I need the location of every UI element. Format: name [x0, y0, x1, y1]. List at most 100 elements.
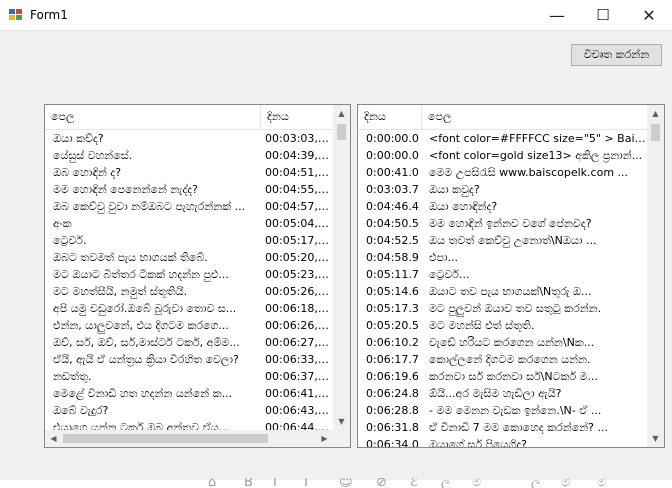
- cell-text: කරනවා සර් කරනවා සර්\Nටකර් ම...: [429, 370, 598, 383]
- close-button[interactable]: ✕: [626, 0, 672, 30]
- cell-time: 00:06:41,277: [265, 387, 331, 400]
- cell-text: ඒ විනාඩි 7 මම කොහෙද කරන්නේ? ...: [429, 421, 608, 434]
- scroll-thumb[interactable]: [651, 124, 660, 141]
- column-header-time[interactable]: දිනය: [358, 105, 422, 129]
- cell-time: 00:05:26,577: [265, 285, 331, 298]
- scroll-down-icon[interactable]: ▼: [647, 430, 664, 447]
- scroll-right-icon[interactable]: ▶: [316, 430, 333, 447]
- cell-text: ඔයාට තව පැය භාගයක්\Nතුරු ඔ...: [429, 285, 592, 298]
- cell-time: 0:05:14.6: [366, 285, 419, 298]
- cell-text: ට්‍රෙවර්.: [53, 234, 87, 247]
- cell-text: ඕයි...අර මැසිම හැඩිලා ඇයි?: [429, 387, 562, 400]
- cell-text: ඒයි, ඇයි ඒ යන්ත්‍රය ක්‍රියා විරහිත වෙලා?: [53, 353, 239, 366]
- list-header: දිනය පෙල: [358, 105, 648, 130]
- cell-text: මෙළේ විනාඩි හත හදන්න යන්නේ ක...: [53, 387, 233, 400]
- cell-time: 0:04:50.5: [366, 217, 419, 230]
- cell-time: 0:04:52.5: [366, 234, 419, 247]
- background-toolbar-glyph: ℰ: [410, 478, 418, 488]
- cell-text: මම හොඳින් ඉන්නව වගේ පේනවද?: [429, 217, 592, 230]
- background-toolbar-glyph: T: [302, 478, 310, 488]
- cell-text: මට මහන්සි එත් ස්තූති.: [429, 319, 535, 332]
- cell-time: 00:05:23,491: [265, 268, 331, 281]
- cell-time: 0:05:20.5: [366, 319, 419, 332]
- cell-time: 00:04:55,171: [265, 183, 331, 196]
- cell-time: 0:06:24.8: [366, 387, 419, 400]
- vertical-scrollbar[interactable]: ▲ ▼: [333, 105, 350, 430]
- cell-text: යේසුස් වහන්සේ.: [53, 149, 133, 162]
- cell-time: 00:05:17,693: [265, 234, 331, 247]
- cell-text: ට්‍රෙවර්...: [429, 268, 470, 281]
- cell-time: 0:00:00.0: [366, 132, 419, 145]
- cell-text: එන්න, යාලුවනේ, එය දිගටම කරගෙ...: [53, 319, 229, 332]
- cell-time: 00:04:57,632: [265, 200, 331, 213]
- window-title: Form1: [30, 8, 68, 22]
- hscroll-thumb[interactable]: [63, 434, 268, 443]
- cell-text: ඔබ හොඳින් ද?: [53, 166, 122, 179]
- cell-time: 0:05:11.7: [366, 268, 419, 281]
- cell-text: ඔය තවත් කෙව්වු උනොත්\Nඔයා ...: [429, 234, 597, 247]
- scroll-thumb[interactable]: [337, 124, 346, 140]
- cell-text: ඔයා කව්ද?: [53, 132, 104, 145]
- list-header: පෙල දිනය: [45, 105, 335, 130]
- cell-text: මම හොඳින් පෙනෙන්නේ නැද්ද?: [53, 183, 198, 196]
- background-window-strip: [0, 480, 672, 488]
- cell-text: මට මහත්සීයි, නමුත් ස්තූතියි.: [53, 285, 188, 298]
- column-header-time[interactable]: දිනය: [261, 105, 335, 129]
- cell-time: 00:06:33,811: [265, 353, 331, 366]
- background-toolbar-glyph: ම: [472, 478, 482, 488]
- subtitle-list-right[interactable]: දිනය පෙල 0:00:00.0 <font color=#FFFFCC si…: [357, 104, 665, 448]
- cell-text: මට පුලුවන් ඔයාව තව සතුටු කරන්න.: [429, 302, 602, 315]
- title-bar: Form1 — ☐ ✕: [0, 0, 672, 31]
- column-header-text[interactable]: පෙල: [45, 105, 261, 129]
- cell-text: නඩත්තු.: [53, 370, 92, 383]
- cell-time: 00:06:43,487: [265, 404, 331, 417]
- cell-text: අපි යමු චඩුරෝ.ඔබේ බුරුවා තොව ස...: [53, 302, 237, 315]
- cell-text: ඔයාගේ සර් පියෙගිද?: [429, 438, 528, 448]
- cell-time: 0:06:17.7: [366, 353, 419, 366]
- maximize-button[interactable]: ☐: [580, 0, 626, 30]
- cell-text: ඔයා කවුද?: [429, 183, 480, 196]
- cell-time: 00:05:20,404: [265, 251, 331, 264]
- background-toolbar-glyph: ල: [531, 478, 541, 488]
- background-toolbar-glyph: ⊘: [376, 478, 387, 488]
- cell-time: 0:06:28.8: [366, 404, 419, 417]
- column-header-text[interactable]: පෙල: [422, 105, 648, 129]
- cell-text: <font color=#FFFFCC size="5" > Baisc...: [429, 132, 647, 145]
- cell-time: 0:06:10.2: [366, 336, 419, 349]
- cell-time: 0:06:19.6: [366, 370, 419, 383]
- scroll-up-icon[interactable]: ▲: [333, 105, 350, 122]
- cell-text: ඔබ කෙව්වු වුවා නම්ඔබට පැහැරන්නක් ...: [53, 200, 246, 213]
- subtitle-list-left[interactable]: පෙල දිනය ඔයා කව්ද? 00:03:03,768 යේසුස් වහන…: [44, 104, 351, 448]
- horizontal-scrollbar[interactable]: ◀ ▶: [45, 430, 333, 447]
- cell-time: 00:04:51,375: [265, 166, 331, 179]
- cell-time: 00:06:18,421: [265, 302, 331, 315]
- cell-time: 0:00:00.0: [366, 149, 419, 162]
- cell-time: 00:04:39,906: [265, 149, 331, 162]
- cell-time: 00:03:03,768: [265, 132, 331, 145]
- cell-time: 00:06:27,763: [265, 336, 331, 349]
- app-window-icon: [9, 9, 23, 21]
- cell-text: වැඩේ හරියට කරගෙන යන්න\Nක...: [429, 336, 595, 349]
- cell-text: මට ඔයාට බිත්තර ටිකක් හදන්න පුළු...: [53, 268, 229, 281]
- background-toolbar-glyph: ☺: [339, 478, 353, 488]
- background-toolbar-glyph: ල: [441, 478, 451, 488]
- cell-time: 00:06:37,481: [265, 370, 331, 383]
- cell-time: 0:00:41.0: [366, 166, 419, 179]
- cell-text: - මම මෙනන වැඩක ඉන්නෙ.\N- ඒ ...: [429, 404, 602, 417]
- scroll-left-icon[interactable]: ◀: [45, 430, 62, 447]
- cell-text: එපා...: [429, 251, 459, 264]
- background-toolbar-glyph: ම: [561, 478, 571, 488]
- vertical-scrollbar[interactable]: ▲ ▼: [647, 105, 664, 447]
- minimize-button[interactable]: —: [534, 0, 580, 30]
- open-button[interactable]: විචෘත කරන්න: [571, 44, 662, 66]
- cell-time: 0:04:46.4: [366, 200, 419, 213]
- cell-text: අංක: [53, 217, 72, 230]
- cell-text: මෙම උපසිරැසි www.baiscopelk.com ...: [429, 166, 629, 179]
- scroll-up-icon[interactable]: ▲: [647, 105, 664, 122]
- cell-time: 0:05:17.3: [366, 302, 419, 315]
- background-toolbar-glyph: I: [273, 478, 277, 488]
- cell-time: 0:03:03.7: [366, 183, 419, 196]
- scroll-down-icon[interactable]: ▼: [333, 413, 350, 430]
- cell-time: 0:06:31.8: [366, 421, 419, 434]
- cell-text: ඔව්, සර්, ඔව්, සර්,මාස්ටර් ටකර්, අම්ම...: [53, 336, 240, 349]
